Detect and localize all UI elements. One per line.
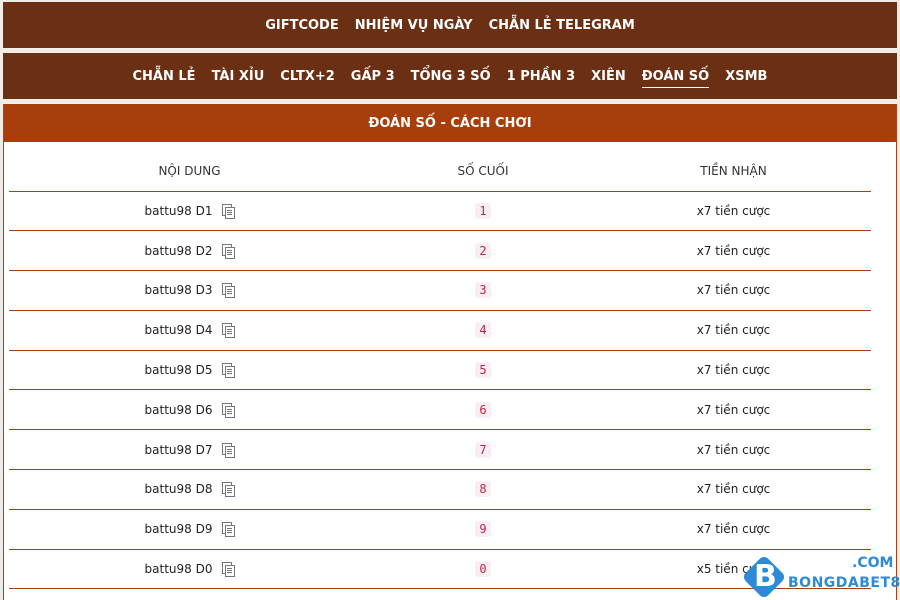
table-row: battu98 D3 3 x7 tiền cược	[9, 270, 871, 311]
copy-icon[interactable]	[222, 402, 236, 418]
top-nav-link-0[interactable]: GIFTCODE	[265, 18, 339, 33]
content-cell: battu98 D0	[9, 549, 370, 590]
copy-icon[interactable]	[222, 203, 236, 219]
game-tab-2[interactable]: CLTX+2	[280, 69, 335, 84]
last-digit: 4	[475, 322, 491, 339]
bet-content: battu98 D7	[144, 442, 213, 457]
bet-content: battu98 D6	[144, 402, 213, 417]
copy-icon[interactable]	[222, 442, 236, 458]
game-tab-4[interactable]: TỔNG 3 SỐ	[411, 69, 491, 84]
copy-icon[interactable]	[222, 562, 236, 578]
bet-content: battu98 D0	[144, 562, 213, 577]
last-digit: 8	[475, 481, 491, 498]
digit-cell: 1	[370, 191, 596, 232]
logo-brand: BONGDABET88	[788, 575, 900, 591]
bet-content: battu98 D8	[144, 482, 213, 497]
game-tab-0[interactable]: CHẴN LẺ	[133, 69, 196, 84]
table-row: battu98 D8 8 x7 tiền cược	[9, 469, 871, 510]
game-tab-8[interactable]: XSMB	[725, 69, 767, 84]
last-digit: 3	[475, 282, 491, 299]
logo-domain: .COM	[852, 555, 894, 571]
digit-cell: 8	[370, 469, 596, 510]
header-digit: SỐ CUỐI	[370, 151, 596, 192]
content-cell: battu98 D9	[9, 509, 370, 550]
bet-content: battu98 D4	[144, 323, 213, 338]
digit-cell: 9	[370, 509, 596, 550]
reward-cell: x7 tiền cược	[596, 270, 871, 311]
logo-letter: B	[754, 559, 777, 594]
reward-cell: x7 tiền cược	[596, 389, 871, 431]
copy-icon[interactable]	[222, 522, 236, 538]
digit-cell: 4	[370, 310, 596, 351]
game-tab-5[interactable]: 1 PHẦN 3	[507, 69, 576, 84]
reward-cell: x7 tiền cược	[596, 310, 871, 351]
last-digit: 1	[475, 202, 491, 219]
panel-title: ĐOÁN SỐ - CÁCH CHƠI	[4, 104, 896, 142]
game-tab-1[interactable]: TÀI XỈU	[212, 69, 265, 84]
header-reward: TIỀN NHẬN	[596, 151, 871, 192]
table-row: battu98 D7 7 x7 tiền cược	[9, 429, 871, 471]
content-cell: battu98 D2	[9, 230, 370, 272]
top-nav-link-2[interactable]: CHẴN LẺ TELEGRAM	[489, 18, 635, 33]
reward-cell: x7 tiền cược	[596, 350, 871, 391]
reward-cell: x7 tiền cược	[596, 509, 871, 550]
last-digit: 5	[475, 362, 491, 379]
table-row: battu98 D4 4 x7 tiền cược	[9, 310, 871, 351]
last-digit: 7	[475, 441, 491, 458]
copy-icon[interactable]	[222, 323, 236, 339]
digit-cell: 3	[370, 270, 596, 311]
last-digit: 0	[475, 561, 491, 578]
table-header-row: NỘI DUNG SỐ CUỐI TIỀN NHẬN	[9, 151, 871, 192]
rules-table: NỘI DUNG SỐ CUỐI TIỀN NHẬN battu98 D1 1 x7…	[9, 151, 871, 590]
reward-cell: x7 tiền cược	[596, 429, 871, 471]
game-tab-6[interactable]: XIÊN	[591, 69, 626, 84]
table-row: battu98 D2 2 x7 tiền cược	[9, 230, 871, 272]
digit-cell: 6	[370, 389, 596, 431]
top-nav-link-1[interactable]: NHIỆM VỤ NGÀY	[355, 18, 473, 33]
last-digit: 9	[475, 521, 491, 538]
reward-cell: x7 tiền cược	[596, 191, 871, 232]
table-row: battu98 D9 9 x7 tiền cược	[9, 509, 871, 550]
content-cell: battu98 D6	[9, 389, 370, 431]
content-cell: battu98 D8	[9, 469, 370, 510]
content-cell: battu98 D3	[9, 270, 370, 311]
copy-icon[interactable]	[222, 243, 236, 259]
last-digit: 6	[475, 401, 491, 418]
digit-cell: 2	[370, 230, 596, 272]
reward-cell: x7 tiền cược	[596, 469, 871, 510]
content-cell: battu98 D5	[9, 350, 370, 391]
table-row: battu98 D6 6 x7 tiền cược	[9, 389, 871, 431]
game-nav: CHẴN LẺ TÀI XỈU CLTX+2 GẤP 3 TỔNG 3 SỐ 1 PHẦN…	[3, 53, 897, 99]
game-tab-3[interactable]: GẤP 3	[351, 69, 395, 84]
reward-cell: x7 tiền cược	[596, 230, 871, 272]
digit-cell: 7	[370, 429, 596, 471]
bet-content: battu98 D5	[144, 363, 213, 378]
table-row: battu98 D1 1 x7 tiền cược	[9, 191, 871, 232]
game-tab-7[interactable]: ĐOÁN SỐ	[641, 69, 710, 88]
bet-content: battu98 D9	[144, 522, 213, 537]
content-cell: battu98 D7	[9, 429, 370, 471]
table-row: battu98 D5 5 x7 tiền cược	[9, 350, 871, 391]
copy-icon[interactable]	[222, 363, 236, 379]
content-cell: battu98 D4	[9, 310, 370, 351]
digit-cell: 0	[370, 549, 596, 590]
bet-content: battu98 D3	[144, 283, 213, 298]
top-nav: GIFTCODE NHIỆM VỤ NGÀY CHẴN LẺ TELEGRAM	[3, 2, 897, 48]
content-cell: battu98 D1	[9, 191, 370, 232]
digit-cell: 5	[370, 350, 596, 391]
copy-icon[interactable]	[222, 283, 236, 299]
last-digit: 2	[475, 242, 491, 259]
bet-content: battu98 D2	[144, 243, 213, 258]
header-content: NỘI DUNG	[9, 151, 370, 192]
bet-content: battu98 D1	[144, 203, 213, 218]
how-to-play-panel: ĐOÁN SỐ - CÁCH CHƠI NỘI DUNG SỐ CUỐI TIỀ…	[3, 104, 897, 600]
bongdabet88-watermark: B .COM BONGDABET88	[741, 553, 900, 600]
copy-icon[interactable]	[222, 482, 236, 498]
